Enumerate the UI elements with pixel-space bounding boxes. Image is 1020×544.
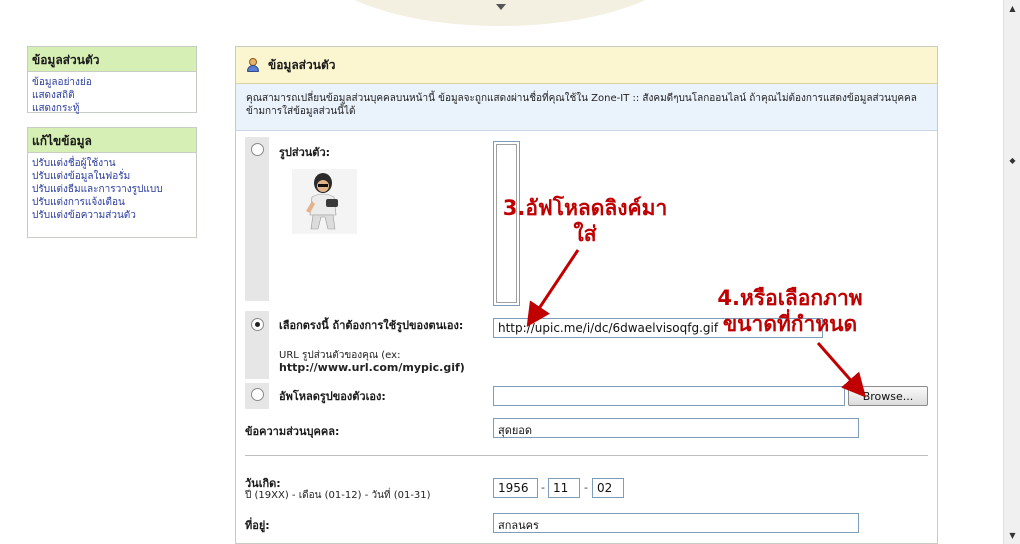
page: ข้อมูลส่วนตัว ข้อมูลอย่างย่อ แสดงสถิติ แ… — [0, 0, 1020, 544]
avatar-upload-label: อัพโหลดรูปของตัวเอง: — [279, 390, 386, 403]
avatar-gallery-radio[interactable] — [251, 143, 264, 156]
vertical-scrollbar[interactable]: ▲ ◆ ▼ — [1003, 0, 1020, 544]
avatar-label: รูปส่วนตัว: — [279, 146, 331, 159]
panel-title: ข้อมูลส่วนตัว — [268, 57, 336, 72]
avatar-image — [292, 169, 357, 234]
avatar-url-radio[interactable] — [251, 318, 264, 331]
sidebar-link-stats[interactable]: แสดงสถิติ — [32, 89, 192, 102]
sidebar-links: ข้อมูลอย่างย่อ แสดงสถิติ แสดงกระทู้ — [28, 72, 196, 115]
sidebar-links: ปรับแต่งชื่อผู้ใช้งาน ปรับแต่งข้อมูลในฟอ… — [28, 153, 196, 237]
sidebar-link-posts[interactable]: แสดงกระทู้ — [32, 102, 192, 115]
sidebar-link-forum-profile[interactable]: ปรับแต่งข้อมูลในฟอรั่ม — [32, 170, 192, 183]
sidebar-link-notifications[interactable]: ปรับแต่งการแจ้งเตือน — [32, 196, 192, 209]
birth-month-input[interactable]: 11 — [548, 478, 580, 498]
avatar-upload-input[interactable] — [493, 386, 845, 406]
birth-day-input[interactable]: 02 — [592, 478, 624, 498]
sidebar: ข้อมูลส่วนตัว ข้อมูลอย่างย่อ แสดงสถิติ แ… — [27, 46, 197, 238]
annotation-step-4-line2: ขนาดที่กำหนด — [722, 312, 858, 336]
annotation-step-3-line1: 3.อัฟโหลดลิงค์มา — [502, 196, 668, 220]
browse-button[interactable]: Browse... — [848, 386, 928, 406]
sidebar-link-theme[interactable]: ปรับแต่งธีมและการวางรูปแบบ — [32, 183, 192, 196]
sidebar-section-title: ข้อมูลส่วนตัว — [28, 47, 196, 72]
avatar-url-example: http://www.url.com/mypic.gif) — [279, 361, 465, 374]
scroll-up-icon[interactable]: ▲ — [1004, 0, 1020, 17]
annotation-step-3: 3.อัฟโหลดลิงค์มา ใส่ — [480, 195, 690, 247]
personal-text-label: ข้อความส่วนบุคคล: — [245, 425, 340, 438]
sidebar-link-pm[interactable]: ปรับแต่งข้อความส่วนตัว — [32, 209, 192, 222]
sidebar-section-profile: ข้อมูลส่วนตัว ข้อมูลอย่างย่อ แสดงสถิติ แ… — [27, 46, 197, 115]
scroll-down-icon[interactable]: ▼ — [1004, 527, 1020, 544]
collapse-arrow-icon[interactable] — [496, 4, 506, 10]
panel-header: ข้อมูลส่วนตัว — [236, 47, 937, 84]
annotation-step-4-line1: 4.หรือเลือกภาพ — [717, 286, 863, 310]
avatar-url-label: เลือกตรงนี้ ถ้าต้องการใช้รูปของตนเอง: — [279, 319, 464, 332]
birthdate-hint: ปี (19XX) - เดือน (01-12) - วันที่ (01-3… — [245, 490, 431, 501]
radio-cell — [245, 137, 269, 301]
panel-description: คุณสามารถเปลี่ยนข้อมูลส่วนบุคคลบนหน้านี้… — [236, 84, 937, 131]
location-input[interactable]: สกลนคร — [493, 513, 859, 533]
sidebar-link-summary[interactable]: ข้อมูลอย่างย่อ — [32, 76, 192, 89]
annotation-step-4: 4.หรือเลือกภาพ ขนาดที่กำหนด — [690, 285, 890, 337]
scroll-thumb-grip-icon[interactable]: ◆ — [1004, 150, 1020, 170]
user-icon — [246, 58, 260, 72]
avatar-upload-radio[interactable] — [251, 388, 264, 401]
sidebar-section-edit: แก้ไขข้อมูล ปรับแต่งชื่อผู้ใช้งาน ปรับแต… — [27, 127, 197, 238]
location-label: ที่อยู่: — [245, 519, 270, 532]
sidebar-section-title: แก้ไขข้อมูล — [28, 128, 196, 153]
date-separator: - — [541, 481, 545, 494]
date-separator: - — [584, 481, 588, 494]
sidebar-link-account[interactable]: ปรับแต่งชื่อผู้ใช้งาน — [32, 157, 192, 170]
personal-text-input[interactable]: สุดยอด — [493, 418, 859, 438]
avatar-figure-icon — [306, 173, 338, 230]
annotation-step-3-line2: ใส่ — [573, 222, 597, 246]
birth-year-input[interactable]: 1956 — [493, 478, 538, 498]
divider — [245, 455, 928, 456]
